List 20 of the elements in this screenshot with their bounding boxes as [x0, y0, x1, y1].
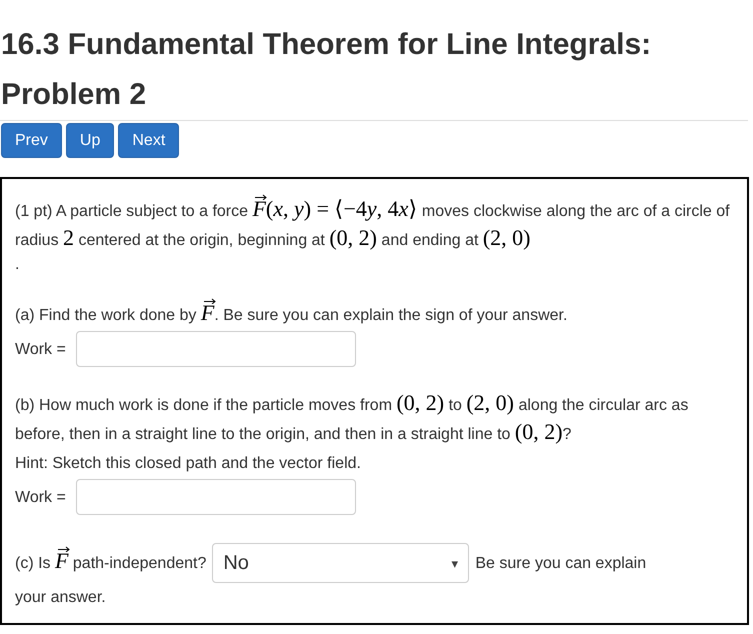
question-text: (c) Is F path-independent? — [15, 548, 206, 574]
work-label: Work = — [15, 340, 66, 360]
question-text: your answer. — [15, 588, 106, 608]
hint-text: Hint: Sketch this closed path and the vector field. — [15, 454, 361, 474]
nav-button[interactable]: Up — [66, 123, 114, 158]
answer-dropdown[interactable]: No ▾ — [212, 543, 470, 583]
question-text: (a) Find the work done by F. Be sure you can explain the sign of your answer. — [15, 301, 568, 327]
answer-field[interactable] — [76, 331, 356, 367]
vector-arrow-icon — [204, 298, 216, 304]
nav-button[interactable]: Next — [118, 123, 180, 158]
page-title: 16.3 Fundamental Theorem for Line Integrals: Problem 2 — [0, 27, 652, 113]
answer-field[interactable] — [76, 479, 356, 515]
vector-arrow-icon — [255, 194, 268, 200]
work-label: Work = — [15, 488, 66, 508]
nav-button[interactable]: Prev — [1, 123, 62, 158]
period: . — [15, 255, 20, 275]
vector-arrow-icon — [58, 546, 70, 552]
problem-statement: (1 pt) A particle subject to a force F(x, y) = ⟨−4y, 4x⟩ moves clockwise along the arc of a circle of radius 2 centered at the origin, beginning at (0, 2) and ending at (2, 0) — [15, 197, 731, 252]
question-text: (b) How much work is done if the particle moves from (0, 2) to (2, 0) along the circular arc as before, then in a straight line to the origin, and then in a straight line to (0, 2)? — [15, 391, 690, 446]
question-text: Be sure you can explain — [475, 554, 646, 574]
